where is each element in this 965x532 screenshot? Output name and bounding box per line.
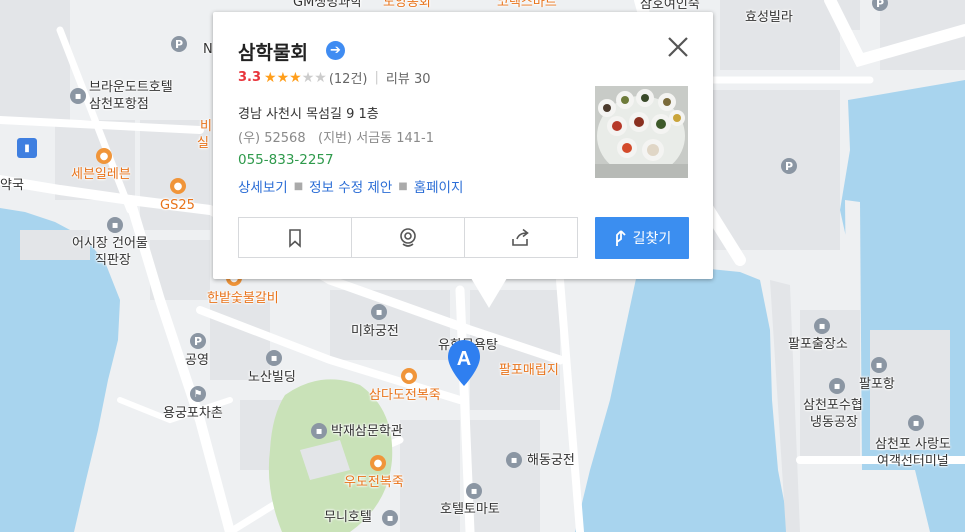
- map-label-hyoseong[interactable]: 효성빌라: [745, 9, 793, 26]
- map-label-yonggung[interactable]: 용궁포차촌: [163, 405, 223, 422]
- map-label-palpo-hang[interactable]: 팔포항: [859, 376, 895, 393]
- restaurant-icon[interactable]: ●: [370, 455, 386, 471]
- map-label-sarang-2[interactable]: 여객선터미널: [877, 453, 949, 470]
- hotel-icon[interactable]: ▪: [70, 88, 86, 104]
- store-icon[interactable]: ●: [96, 148, 112, 164]
- star-icon: ★: [276, 69, 290, 86]
- map-label-hanbat[interactable]: 한밭숯불갈비: [207, 290, 279, 307]
- store-icon[interactable]: ●: [170, 178, 186, 194]
- roadview-button[interactable]: [352, 218, 465, 257]
- place-marker[interactable]: A: [446, 338, 482, 388]
- museum-icon[interactable]: ▪: [311, 423, 327, 439]
- map-label-sarang-1[interactable]: 삼천포 사랑도: [875, 436, 951, 453]
- map-label-eosijang-1[interactable]: 어시장 건어물: [72, 235, 148, 252]
- flag-icon[interactable]: ⚑: [190, 386, 206, 402]
- map-label-seven[interactable]: 세븐일레븐: [71, 166, 131, 183]
- map-label-doyang[interactable]: 도양동회: [383, 0, 431, 11]
- arrow-right-icon[interactable]: ➔: [326, 41, 345, 60]
- link-homepage[interactable]: 홈페이지: [414, 176, 464, 196]
- map-label-samdado[interactable]: 삼다도전복죽: [369, 387, 441, 404]
- jibun-address: (지번) 서금동 141-1: [318, 131, 434, 146]
- hotel-icon[interactable]: ▪: [382, 510, 398, 526]
- map-label-hotel-toma[interactable]: 호텔토마토: [440, 501, 500, 518]
- phone-number[interactable]: 055-833-2257: [238, 152, 334, 168]
- hotel-icon[interactable]: ▪: [506, 452, 522, 468]
- link-row: 상세보기 ■ 정보 수정 제안 ■ 홈페이지: [238, 176, 463, 196]
- sub-address: (우) 52568 (지번) 서금동 141-1: [238, 127, 434, 146]
- map-label-yak[interactable]: 약국: [0, 177, 24, 194]
- bus-stop-icon[interactable]: ▮: [17, 138, 37, 158]
- parking-icon[interactable]: P: [171, 36, 187, 52]
- ferry-icon[interactable]: ▪: [908, 415, 924, 431]
- map-label-sil[interactable]: 실: [197, 135, 209, 152]
- review-count[interactable]: 리뷰 30: [386, 68, 431, 87]
- map-label-palpo-chul[interactable]: 팔포출장소: [788, 336, 848, 353]
- map-label-gongyeong[interactable]: 공영: [185, 352, 209, 369]
- popup-tail: [471, 278, 507, 308]
- map-label-palpo-maeip[interactable]: 팔포매립지: [499, 362, 559, 379]
- route-button-label: 길찾기: [632, 231, 672, 247]
- hotel-icon[interactable]: ▪: [466, 483, 482, 499]
- map-label-gs25[interactable]: GS25: [160, 197, 195, 214]
- place-title[interactable]: 삼학물회: [238, 38, 308, 65]
- map-label-gm[interactable]: GM생명과학: [293, 0, 362, 11]
- map-label-haedong[interactable]: 해동궁전: [527, 452, 575, 469]
- map-label-brown-1[interactable]: 브라운도트호텔: [89, 79, 173, 96]
- map-label-n: N: [203, 42, 213, 57]
- building-icon[interactable]: ▪: [266, 350, 282, 366]
- map-label-corex[interactable]: 코렉스마트: [497, 0, 557, 11]
- link-detail[interactable]: 상세보기: [238, 176, 288, 196]
- parking-icon[interactable]: P: [781, 158, 797, 174]
- map-label-brown-2[interactable]: 삼천포항점: [89, 96, 149, 113]
- rating-score: 3.3: [238, 70, 262, 85]
- rating-row: 3.3 ★★★★★ (12건) | 리뷰 30: [238, 68, 431, 88]
- place-photo[interactable]: [595, 86, 688, 178]
- rating-stars: ★★★★★: [264, 70, 327, 86]
- save-button[interactable]: [239, 218, 352, 257]
- star-icon: ★: [314, 69, 327, 86]
- hotel-icon[interactable]: ▪: [371, 304, 387, 320]
- building-icon[interactable]: ▪: [829, 378, 845, 394]
- map-label-suhyup-1[interactable]: 삼천포수협: [803, 397, 863, 414]
- close-icon[interactable]: [665, 34, 691, 60]
- roadview-icon: [400, 227, 416, 247]
- ferry-icon[interactable]: ▪: [871, 357, 887, 373]
- postal-code: (우) 52568: [238, 131, 306, 146]
- star-icon: ★: [301, 69, 315, 86]
- map-label-nosan[interactable]: 노산빌딩: [248, 369, 296, 386]
- map-label-bakjae[interactable]: 박재삼문학관: [331, 423, 403, 440]
- share-button[interactable]: [465, 218, 577, 257]
- building-icon[interactable]: ▪: [107, 217, 123, 233]
- parking-icon[interactable]: P: [190, 333, 206, 349]
- marker-letter: A: [457, 348, 471, 370]
- restaurant-icon[interactable]: ●: [401, 368, 417, 384]
- map-label-suhyup-2[interactable]: 냉동공장: [810, 414, 858, 431]
- map-label-udo[interactable]: 우도전복죽: [344, 474, 404, 491]
- route-icon: [615, 230, 626, 246]
- map-label-muni[interactable]: 무니호텔: [324, 509, 372, 526]
- office-icon[interactable]: ▪: [814, 318, 830, 334]
- bookmark-icon: [289, 228, 301, 248]
- address: 경남 사천시 목섬길 9 1층: [238, 107, 379, 122]
- link-edit-suggest[interactable]: 정보 수정 제안: [309, 176, 392, 196]
- map-label-bi[interactable]: 비: [200, 118, 212, 135]
- map-label-mihwa[interactable]: 미화궁전: [351, 323, 399, 340]
- share-icon: [512, 228, 529, 246]
- action-button-group: [238, 217, 578, 258]
- star-icon: ★: [264, 69, 277, 86]
- route-button[interactable]: 길찾기: [595, 217, 689, 259]
- place-info-popup: 삼학물회 ➔ 3.3 ★★★★★ (12건) | 리뷰 30 경남 사천시 목섬…: [213, 12, 713, 308]
- star-icon: ★: [289, 69, 302, 86]
- rating-count[interactable]: (12건): [329, 68, 368, 87]
- map-label-eosijang-2[interactable]: 직판장: [95, 252, 131, 269]
